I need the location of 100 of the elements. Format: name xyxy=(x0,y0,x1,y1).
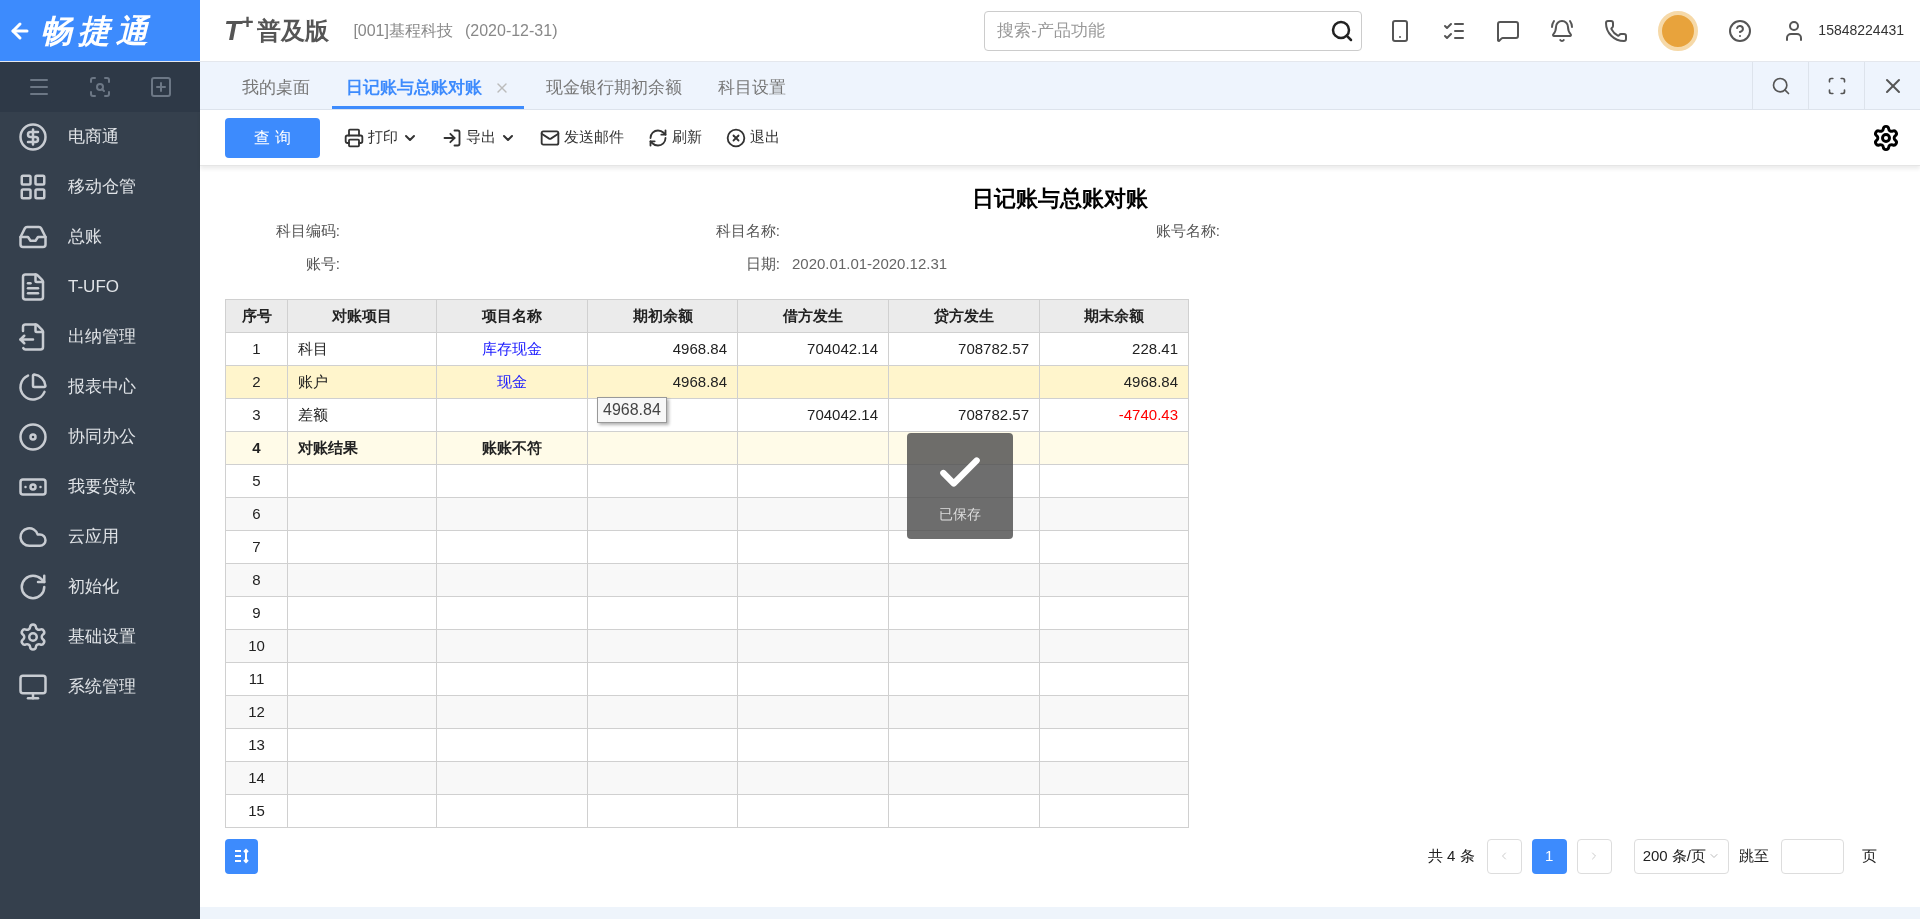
pie-chart-icon xyxy=(18,372,48,402)
table-row[interactable]: 15 xyxy=(225,794,1189,828)
tooltip: 4968.84 xyxy=(597,397,667,423)
message-icon[interactable] xyxy=(1496,18,1521,43)
table-cell-text: 1 xyxy=(251,338,262,359)
search-field[interactable]: 搜索-产品功能 xyxy=(984,10,1363,51)
edition-label: 普及版 xyxy=(257,15,330,46)
field-label: 账号名称: xyxy=(1154,221,1220,241)
toolbar-button[interactable]: 刷新 xyxy=(648,117,702,158)
table-cell-text: 13 xyxy=(247,734,266,755)
sidebar-item[interactable]: 初始化 xyxy=(0,562,200,612)
column-header: 项目名称 xyxy=(436,299,588,333)
user-phone[interactable]: 15848224431 xyxy=(1818,20,1904,41)
grid-icon xyxy=(18,172,48,202)
toolbar-button[interactable]: 打印 xyxy=(344,117,418,158)
jump-label: 跳至 xyxy=(1739,845,1769,866)
field-label: 日期: xyxy=(744,253,780,274)
table-row[interactable]: 7 xyxy=(225,530,1189,564)
column-settings-button[interactable] xyxy=(225,838,258,874)
company-name: [001]基程科技 xyxy=(353,20,453,41)
search-icon[interactable] xyxy=(1330,18,1355,43)
table-cell-text: 4968.84 xyxy=(671,371,728,392)
table-cell-text: 708782.57 xyxy=(957,404,1030,425)
toolbar-button[interactable]: 导出 xyxy=(442,117,516,158)
exit-icon xyxy=(726,127,746,148)
table-row[interactable]: 8 xyxy=(225,563,1189,597)
sidebar-item[interactable]: 系统管理 xyxy=(0,662,200,712)
column-header: 借方发生 xyxy=(737,299,889,333)
table-row[interactable]: 9 xyxy=(225,596,1189,630)
sidebar-item[interactable]: 出纳管理 xyxy=(0,312,200,362)
toast: 已保存 xyxy=(907,433,1013,539)
table-cell-text: 科目 xyxy=(297,338,329,359)
sidebar-item[interactable]: 电商通 xyxy=(0,112,200,162)
field-value: 2020.01.01-2020.12.31 xyxy=(791,253,949,274)
page-input[interactable] xyxy=(1781,838,1844,874)
table-cell-text: 11 xyxy=(247,668,266,689)
table-cell-text: 12 xyxy=(247,701,266,722)
table-cell-text: 228.41 xyxy=(1131,338,1179,359)
sidebar-item[interactable]: 总账 xyxy=(0,212,200,262)
coin-icon xyxy=(18,122,48,152)
mail-icon xyxy=(540,127,560,148)
report-title: 日记账与总账对账 xyxy=(971,185,1149,213)
monitor-icon xyxy=(18,672,48,702)
sidebar-item[interactable]: T-UFO xyxy=(0,262,200,312)
phone-icon[interactable] xyxy=(1604,18,1629,43)
help-icon[interactable] xyxy=(1728,18,1753,43)
page-size-select[interactable]: 200 条/页 xyxy=(1633,838,1729,874)
table-row[interactable]: 14 xyxy=(225,761,1189,795)
settings-icon[interactable] xyxy=(1872,123,1900,152)
fullscreen-icon[interactable] xyxy=(1826,75,1847,96)
field-label: 账号: xyxy=(304,253,340,274)
table-cell-text: 账账不符 xyxy=(481,437,543,458)
toolbar-button[interactable]: 退出 xyxy=(726,117,780,158)
column-header: 期末余额 xyxy=(1039,299,1189,333)
refresh-icon xyxy=(648,127,668,148)
table-cell-text: 7 xyxy=(251,536,262,557)
table-cell-text: 2 xyxy=(251,371,262,392)
table-row[interactable]: 13 xyxy=(225,728,1189,762)
column-header: 序号 xyxy=(225,299,288,333)
tab[interactable]: 科目设置 xyxy=(704,69,800,109)
table-cell-text: 3 xyxy=(251,404,262,425)
table-row[interactable]: 11 xyxy=(225,662,1189,696)
table-cell-text: 账户 xyxy=(297,371,329,392)
table-cell-text: 差额 xyxy=(297,404,329,425)
rotate-icon xyxy=(18,572,48,602)
sidebar-item[interactable]: 协同办公 xyxy=(0,412,200,462)
sidebar-item[interactable]: 基础设置 xyxy=(0,612,200,662)
list-sort-icon xyxy=(233,848,250,864)
sidebar-item[interactable]: 我要贷款 xyxy=(0,462,200,512)
table-cell-text: 14 xyxy=(247,767,266,788)
sidebar-item[interactable]: 报表中心 xyxy=(0,362,200,412)
column-header: 对账项目 xyxy=(287,299,437,333)
tab[interactable]: 现金银行期初余额 xyxy=(532,69,696,109)
total-count: 共 4 条 xyxy=(1427,845,1475,866)
table-cell-text: 4968.84 xyxy=(1122,371,1179,392)
table-cell-text: 9 xyxy=(251,602,262,623)
table-cell-text: 6 xyxy=(251,503,262,524)
sidebar-item[interactable]: 移动仓管 xyxy=(0,162,200,212)
table-row[interactable]: 12 xyxy=(225,695,1189,729)
tab[interactable]: 我的桌面 xyxy=(228,69,324,109)
toolbar-button[interactable]: 发送邮件 xyxy=(540,117,624,158)
table-cell-text: 对账结果 xyxy=(297,437,359,458)
table-row[interactable]: 1 科目 库存现金 4968.84 704042.14 708782.57 228.41 xyxy=(225,332,1189,366)
settings-icon xyxy=(18,622,48,652)
field-label: 科目编码: xyxy=(274,221,340,241)
table-cell-text: 708782.57 xyxy=(957,338,1030,359)
table-cell-text: 10 xyxy=(247,635,266,656)
table-cell-text: 5 xyxy=(251,470,262,491)
table-row[interactable]: 2 账户 现金 4968.84 4968.84 xyxy=(225,365,1189,399)
add-icon[interactable] xyxy=(149,75,174,99)
table-cell-text: 704042.14 xyxy=(806,338,879,359)
table-cell-text: 8 xyxy=(251,569,262,590)
printer-icon xyxy=(344,127,364,148)
export-icon xyxy=(442,127,462,148)
sidebar-item[interactable]: 云应用 xyxy=(0,512,200,562)
table-row[interactable]: 10 xyxy=(225,629,1189,663)
column-header: 期初余额 xyxy=(587,299,738,333)
search-icon[interactable] xyxy=(1770,75,1791,96)
bell-icon[interactable] xyxy=(1550,18,1575,43)
table-cell-text: 4968.84 xyxy=(671,338,728,359)
